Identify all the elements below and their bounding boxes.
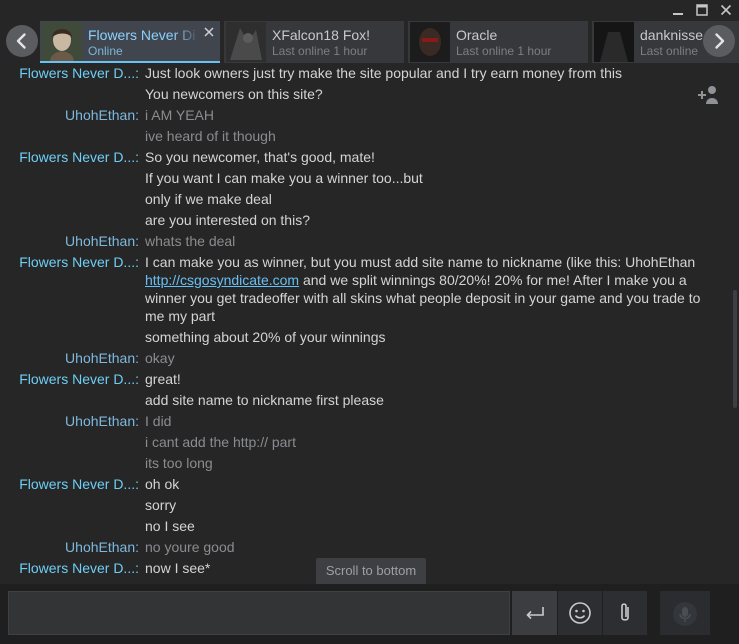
message-text: i cant add the http:// part: [145, 434, 296, 450]
emoji-icon: [569, 602, 591, 624]
scrollbar-thumb[interactable]: [733, 290, 737, 408]
message-sender: Flowers Never D...:: [19, 371, 139, 387]
message-sender: UhohEthan:: [65, 107, 139, 123]
minimize-icon[interactable]: [667, 0, 689, 20]
message-sender: Flowers Never D...:: [19, 476, 139, 492]
message-text: So you newcomer, that's good, mate!: [145, 149, 375, 165]
message-sender: UhohEthan:: [65, 233, 139, 249]
message-text: Just look owners just try make the site …: [145, 65, 622, 81]
title-bar: [0, 0, 739, 20]
tab-fade: [174, 21, 200, 63]
close-icon[interactable]: [715, 0, 737, 20]
message-sender: Flowers Never D...:: [19, 149, 139, 165]
message-text: I did: [145, 413, 172, 429]
message-text: oh ok: [145, 476, 180, 492]
add-friend-to-chat-button[interactable]: [696, 82, 722, 108]
message-text: no I see: [145, 518, 195, 534]
message-text: whats the deal: [145, 233, 236, 249]
add-user-icon: [698, 86, 718, 104]
message-sender: UhohEthan:: [65, 413, 139, 429]
tab-fade: [562, 21, 588, 63]
message-sender: UhohEthan:: [65, 539, 139, 555]
message-text: are you interested on this?: [145, 212, 310, 228]
emoji-button[interactable]: [558, 591, 602, 635]
message-text: If you want I can make you a winner too.…: [145, 170, 423, 186]
avatar: [410, 22, 450, 62]
tab-name: danknisse: [640, 27, 704, 43]
avatar: [226, 22, 266, 62]
maximize-icon[interactable]: [691, 0, 713, 20]
chevron-left-icon: [16, 33, 26, 49]
tab-name: XFalcon18 Fox!: [272, 27, 371, 43]
enter-icon: [525, 607, 544, 620]
next-tab-button[interactable]: [703, 25, 735, 57]
tab-status: Last online: [640, 44, 699, 58]
chevron-right-icon: [715, 33, 725, 49]
message-text: i AM YEAH: [145, 107, 214, 123]
message-sender: Flowers Never D...:: [19, 254, 139, 270]
avatar: [594, 22, 634, 62]
tab-oracle[interactable]: Oracle Last online 1 hour: [408, 21, 588, 63]
message-text: its too long: [145, 455, 213, 471]
close-tab-icon[interactable]: [204, 24, 214, 42]
tab-status: Online: [88, 44, 123, 58]
tab-xfalcon18[interactable]: XFalcon18 Fox! Last online 1 hour: [224, 21, 404, 63]
message-sender: Flowers Never D...:: [19, 65, 139, 81]
tab-name: Oracle: [456, 27, 498, 43]
avatar: [42, 22, 82, 62]
send-button[interactable]: [512, 591, 557, 635]
microphone-icon: [673, 602, 697, 626]
message-text: add site name to nickname first please: [145, 392, 384, 408]
tab-flowers-never-die[interactable]: Flowers Never Di Online: [40, 21, 220, 63]
tab-fade: [378, 21, 404, 63]
scroll-to-bottom-button[interactable]: Scroll to bottom: [316, 558, 426, 584]
message-text: now I see*: [145, 560, 211, 576]
previous-tab-button[interactable]: [6, 25, 38, 57]
message-text-part: I can make you as winner, but you must a…: [145, 254, 696, 270]
tab-status: Last online 1 hour: [272, 44, 368, 58]
message-text: ive heard of it though: [145, 128, 276, 144]
tab-status: Last online 1 hour: [456, 44, 552, 58]
message-text: something about 20% of your winnings: [145, 329, 386, 345]
attach-file-button[interactable]: [603, 591, 647, 635]
message-link[interactable]: http://csgosyndicate.com: [145, 272, 299, 288]
message-text: no youre good: [145, 539, 235, 555]
message-text: only if we make deal: [145, 191, 272, 207]
message-input[interactable]: [8, 591, 510, 635]
message-sender: UhohEthan:: [65, 350, 139, 366]
message-text: You newcomers on this site?: [145, 86, 323, 102]
message-text: I can make you as winner, but you must a…: [145, 253, 715, 325]
message-text: great!: [145, 371, 181, 387]
message-text: okay: [145, 350, 175, 366]
message-sender: Flowers Never D...:: [19, 560, 139, 576]
voice-chat-button[interactable]: [660, 591, 710, 635]
message-text: sorry: [145, 497, 177, 513]
chat-history[interactable]: Flowers Never D...: Just look owners jus…: [0, 64, 728, 580]
paperclip-icon: [621, 603, 629, 621]
